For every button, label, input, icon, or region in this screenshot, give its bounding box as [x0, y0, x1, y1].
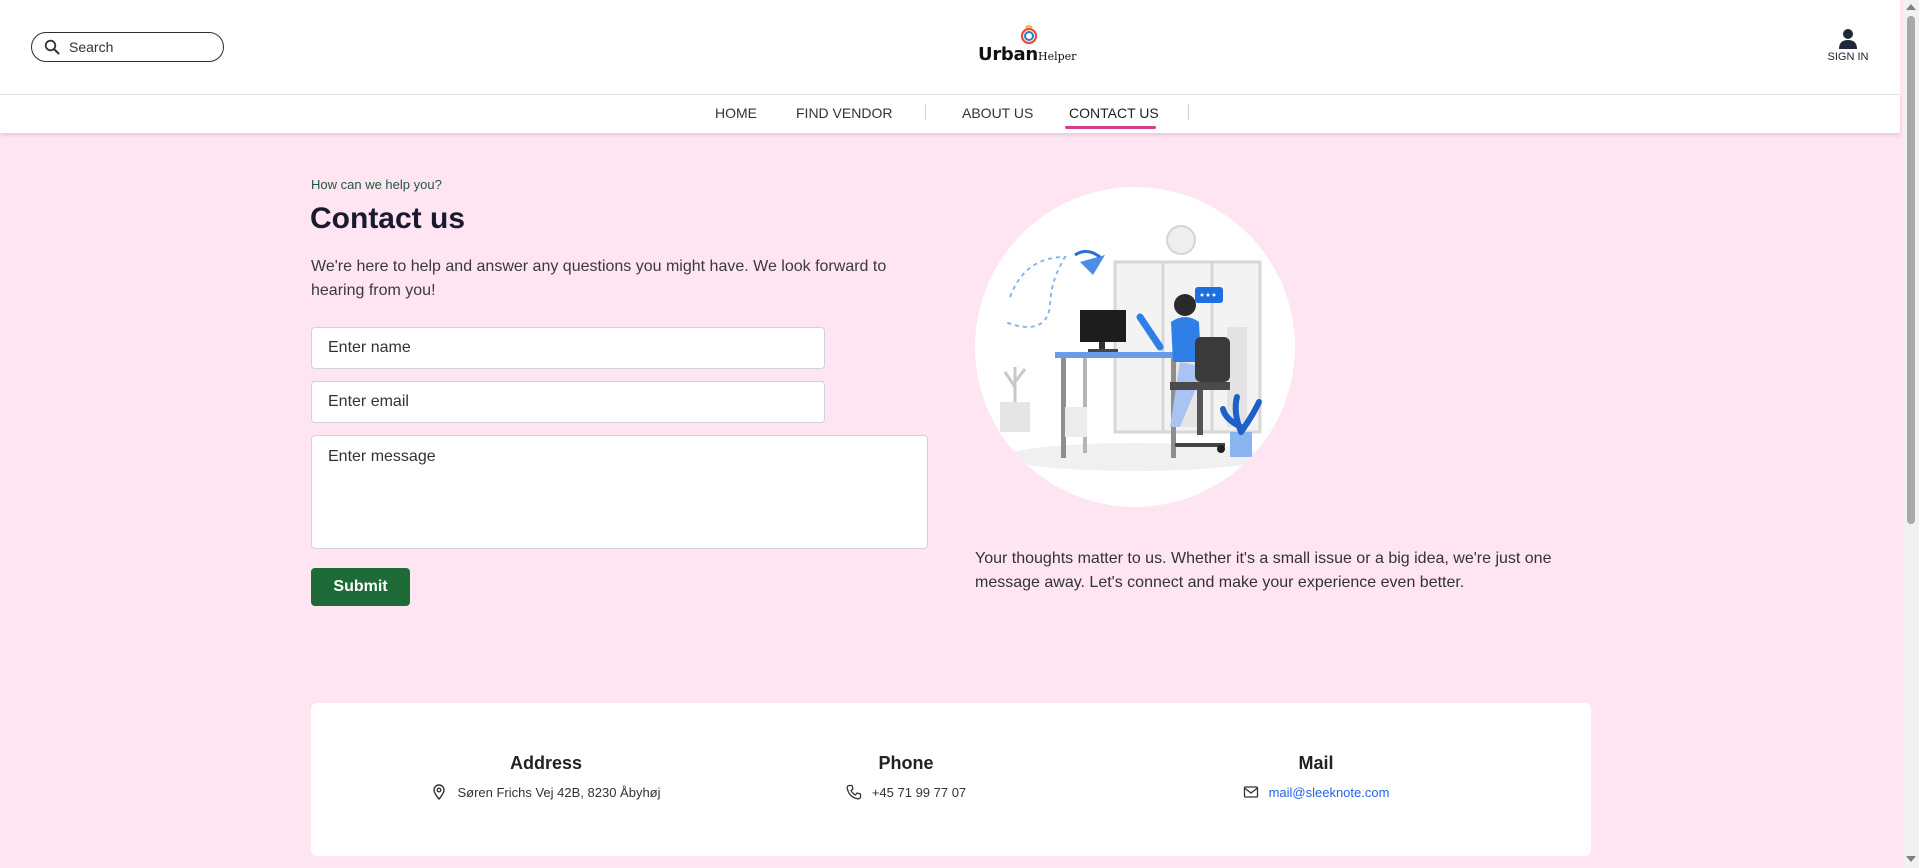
address-block: Address Søren Frichs Vej 42B, 8230 Åbyhø… [421, 753, 671, 800]
page-scrollbar[interactable] [1903, 0, 1919, 868]
main-nav: HOME FIND VENDOR ABOUT US CONTACT US [0, 95, 1900, 133]
scroll-down-icon[interactable] [1906, 856, 1916, 862]
scroll-thumb[interactable] [1907, 16, 1915, 524]
nav-find-vendor[interactable]: FIND VENDOR [796, 105, 892, 121]
phone-block: Phone +45 71 99 77 07 [831, 753, 981, 800]
mail-block: Mail mail@sleeknote.com [1226, 753, 1406, 800]
search-box[interactable] [31, 32, 224, 62]
search-input[interactable] [69, 39, 209, 55]
contact-eyebrow: How can we help you? [311, 177, 442, 192]
brand-name: Urban [978, 44, 1038, 65]
scroll-up-icon[interactable] [1906, 4, 1916, 10]
nav-active-indicator [1065, 126, 1156, 129]
message-field[interactable] [311, 435, 928, 549]
top-header: Urban Helper SIGN IN [0, 0, 1900, 95]
mail-icon [1243, 786, 1258, 798]
brand-subtitle: Helper [1038, 50, 1077, 63]
page-title: Contact us [310, 202, 466, 235]
logo-icon [1020, 24, 1038, 45]
submit-button[interactable]: Submit [311, 568, 410, 606]
user-icon [1839, 29, 1857, 49]
nav-divider [925, 104, 926, 120]
mail-link[interactable]: mail@sleeknote.com [1269, 785, 1390, 800]
phone-title: Phone [878, 753, 934, 773]
address-value: Søren Frichs Vej 42B, 8230 Åbyhøj [457, 784, 661, 800]
nav-about-us[interactable]: ABOUT US [962, 105, 1033, 121]
brand-logo[interactable]: Urban Helper [978, 24, 1078, 69]
contact-illustration [975, 187, 1295, 507]
contact-intro: We're here to help and answer any questi… [311, 258, 887, 299]
nav-contact-us[interactable]: CONTACT US [1069, 105, 1159, 121]
phone-icon [846, 784, 861, 800]
side-message: Your thoughts matter to us. Whether it's… [975, 550, 1552, 591]
support-agent-illustration [1000, 225, 1265, 471]
address-title: Address [509, 753, 583, 773]
location-pin-icon [433, 784, 446, 800]
nav-home[interactable]: HOME [715, 105, 757, 121]
search-icon [44, 39, 60, 55]
email-field[interactable] [311, 381, 825, 423]
name-field[interactable] [311, 327, 825, 369]
phone-value: +45 71 99 77 07 [871, 784, 967, 800]
contact-info-card: Address Søren Frichs Vej 42B, 8230 Åbyhø… [311, 703, 1591, 856]
nav-divider [1188, 104, 1189, 120]
mail-title: Mail [1298, 753, 1334, 773]
sign-in-label: SIGN IN [1827, 51, 1869, 63]
sign-in-button[interactable]: SIGN IN [1823, 28, 1873, 63]
